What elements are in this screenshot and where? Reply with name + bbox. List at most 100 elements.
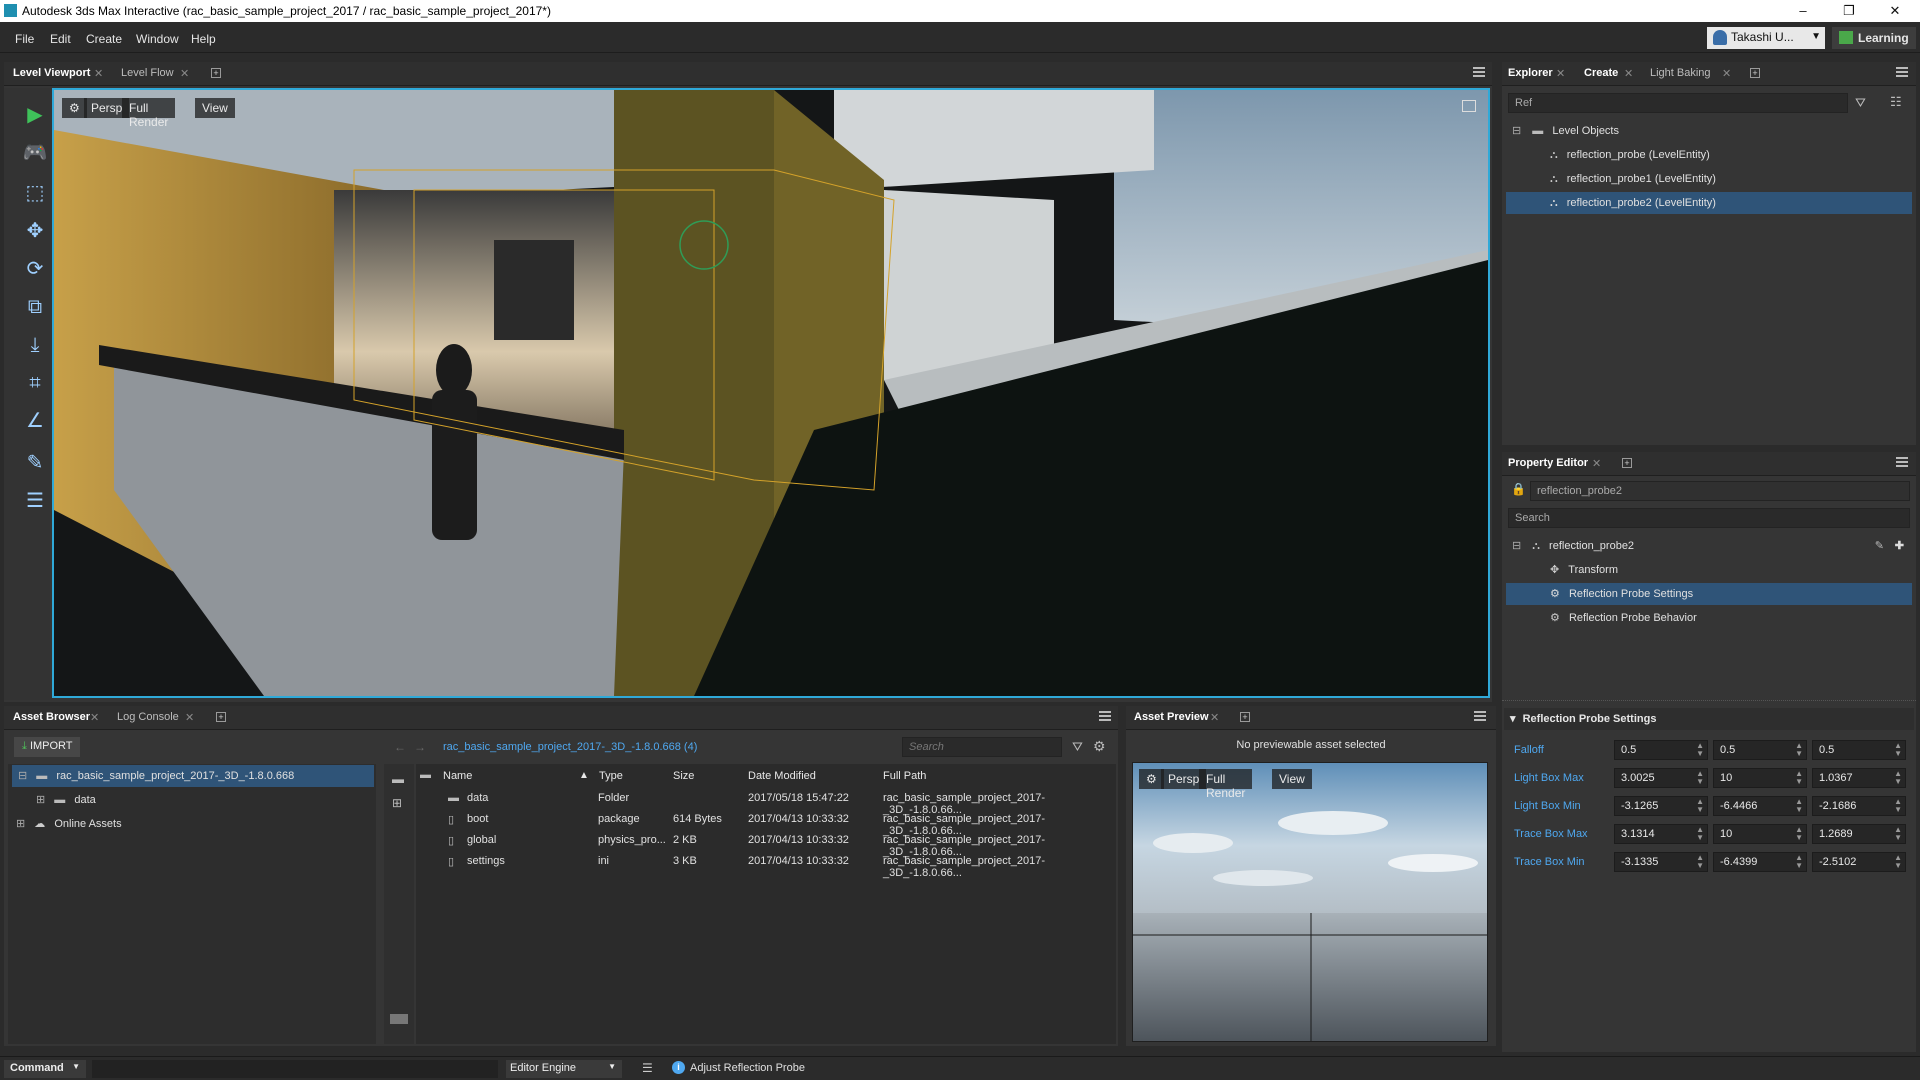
component-transform[interactable]: ✥ Transform [1506,559,1912,581]
add-tab-icon[interactable]: + [1622,458,1632,468]
folder-view-icon[interactable]: ▬ [392,772,404,786]
spinner-icon[interactable]: ▲ ▼ [1795,854,1803,870]
panel-menu-icon[interactable] [1099,711,1111,721]
thumbnail-view-icon[interactable]: ⊞ [392,796,402,810]
zoom-slider[interactable] [390,1014,408,1024]
splitter-handle[interactable] [1502,700,1916,704]
explorer-search-input[interactable]: Ref [1508,93,1848,113]
menu-edit[interactable]: Edit [50,32,71,46]
preview-render-button[interactable]: Full Render [1199,769,1253,800]
trace-box-min-x-field[interactable]: -3.1335 ▲ ▼ [1614,852,1708,872]
move-icon[interactable]: ✥ [18,216,52,246]
view-menu-button[interactable]: View [195,98,235,118]
property-search-input[interactable]: Search [1508,508,1910,528]
column-header-type[interactable]: Type [599,770,623,782]
close-tab-icon[interactable]: ✕ [1624,67,1633,80]
command-input[interactable] [92,1060,498,1078]
spinner-icon[interactable]: ▲ ▼ [1696,742,1704,758]
preview-view-button[interactable]: View [1272,769,1312,789]
light-box-min-y-field[interactable]: -6.4466 ▲ ▼ [1713,796,1807,816]
trace-box-max-z-field[interactable]: 1.2689 ▲ ▼ [1812,824,1906,844]
menu-help[interactable]: Help [191,32,216,46]
light-box-min-x-field[interactable]: -3.1265 ▲ ▼ [1614,796,1708,816]
close-tab-icon[interactable]: ✕ [1556,67,1565,80]
tree-item-level-objects[interactable]: ⊟ ▬ Level Objects [1506,120,1912,142]
spinner-icon[interactable]: ▲ ▼ [1894,798,1902,814]
import-button[interactable]: ⤓ IMPORT [14,737,80,757]
maximize-viewport-icon[interactable] [1462,100,1476,112]
tab-level-flow[interactable]: Level Flow [121,67,174,79]
component-root[interactable]: ⊟ ⛬ reflection_probe2 ✎ ✚ [1506,535,1912,557]
component-reflection-probe-settings[interactable]: ⚙ Reflection Probe Settings [1506,583,1912,605]
menu-create[interactable]: Create [86,32,122,46]
snap-icon[interactable]: ⤓ [18,330,52,360]
panel-menu-icon[interactable] [1896,457,1908,467]
spinner-icon[interactable]: ▲ ▼ [1696,826,1704,842]
edit-icon[interactable]: ✎ [1875,535,1884,557]
add-tab-icon[interactable]: + [216,712,226,722]
spinner-icon[interactable]: ▲ ▼ [1696,770,1704,786]
trace-box-max-y-field[interactable]: 10 ▲ ▼ [1713,824,1807,844]
spinner-icon[interactable]: ▲ ▼ [1894,826,1902,842]
spinner-icon[interactable]: ▲ ▼ [1795,742,1803,758]
minimize-button[interactable]: – [1780,1,1826,21]
tab-asset-browser[interactable]: Asset Browser [13,711,90,723]
filter-icon[interactable]: ⛛ [1855,95,1866,111]
paint-icon[interactable]: ✎ [18,448,52,478]
spinner-icon[interactable]: ▲ ▼ [1795,770,1803,786]
light-box-max-y-field[interactable]: 10 ▲ ▼ [1713,768,1807,788]
level-viewport[interactable]: ⚙ Persp Full Render View [52,88,1490,698]
collapse-icon[interactable]: ⊟ [18,770,27,782]
asset-search-input[interactable]: Search [902,737,1062,757]
tab-property-editor[interactable]: Property Editor [1508,457,1588,469]
light-box-max-x-field[interactable]: 3.0025 ▲ ▼ [1614,768,1708,788]
render-mode-button[interactable]: Full Render [122,98,176,129]
light-box-max-z-field[interactable]: 1.0367 ▲ ▼ [1812,768,1906,788]
tab-create[interactable]: Create [1584,67,1618,79]
column-header-size[interactable]: Size [673,770,694,782]
spinner-icon[interactable]: ▲ ▼ [1795,798,1803,814]
close-tab-icon[interactable]: ✕ [90,711,99,724]
falloff-z-field[interactable]: 0.5 ▲ ▼ [1812,740,1906,760]
engine-dropdown[interactable]: Editor Engine ▼ [506,1060,622,1078]
forward-icon[interactable]: → [414,740,426,754]
trace-box-max-x-field[interactable]: 3.1314 ▲ ▼ [1614,824,1708,844]
table-row[interactable]: ▯ boot package 614 Bytes 2017/04/13 10:3… [416,809,1116,837]
layers-icon[interactable]: ☰ [18,486,52,516]
panel-menu-icon[interactable] [1896,67,1908,77]
restore-button[interactable]: ❐ [1826,1,1872,21]
close-tab-icon[interactable]: ✕ [1210,711,1219,724]
panel-menu-icon[interactable] [1473,67,1485,77]
component-reflection-probe-behavior[interactable]: ⚙ Reflection Probe Behavior [1506,607,1912,629]
table-row[interactable]: ▯ global physics_pro... 2 KB 2017/04/13 … [416,830,1116,858]
select-icon[interactable]: ⬚ [18,178,52,208]
menu-file[interactable]: File [15,32,34,46]
angle-icon[interactable]: ∠ [18,406,52,436]
pivot-icon[interactable]: ⌗ [18,368,52,398]
menu-window[interactable]: Window [136,32,179,46]
collapse-icon[interactable]: ⊟ [1512,540,1521,552]
close-tab-icon[interactable]: ✕ [1592,457,1601,470]
close-tab-icon[interactable]: ✕ [1722,67,1731,80]
close-button[interactable]: ✕ [1872,1,1918,21]
add-tab-icon[interactable]: + [1240,712,1250,722]
spinner-icon[interactable]: ▲ ▼ [1795,826,1803,842]
tree-item-data[interactable]: ⊞ ▬ data [12,789,374,811]
falloff-y-field[interactable]: 0.5 ▲ ▼ [1713,740,1807,760]
spinner-icon[interactable]: ▲ ▼ [1894,854,1902,870]
close-tab-icon[interactable]: ✕ [94,67,103,80]
tree-item-project-root[interactable]: ⊟ ▬ rac_basic_sample_project_2017-_3D_-1… [12,765,374,787]
tab-level-viewport[interactable]: Level Viewport [13,67,90,79]
tree-item-online-assets[interactable]: ⊞ ☁ Online Assets [12,813,374,835]
table-row[interactable]: ▯ settings ini 3 KB 2017/04/13 10:33:32 … [416,851,1116,879]
tab-log-console[interactable]: Log Console [117,711,179,723]
collapse-icon[interactable]: ⊟ [1512,125,1521,137]
trace-box-min-y-field[interactable]: -6.4399 ▲ ▼ [1713,852,1807,872]
column-header-name[interactable]: Name [443,770,472,782]
user-account-dropdown[interactable]: Takashi U... ▼ [1707,27,1825,49]
learning-button[interactable]: Learning [1832,27,1916,49]
expand-icon[interactable]: ⊞ [36,794,45,806]
add-tab-icon[interactable]: + [1750,68,1760,78]
light-box-min-z-field[interactable]: -2.1686 ▲ ▼ [1812,796,1906,816]
add-tab-icon[interactable]: + [211,68,221,78]
